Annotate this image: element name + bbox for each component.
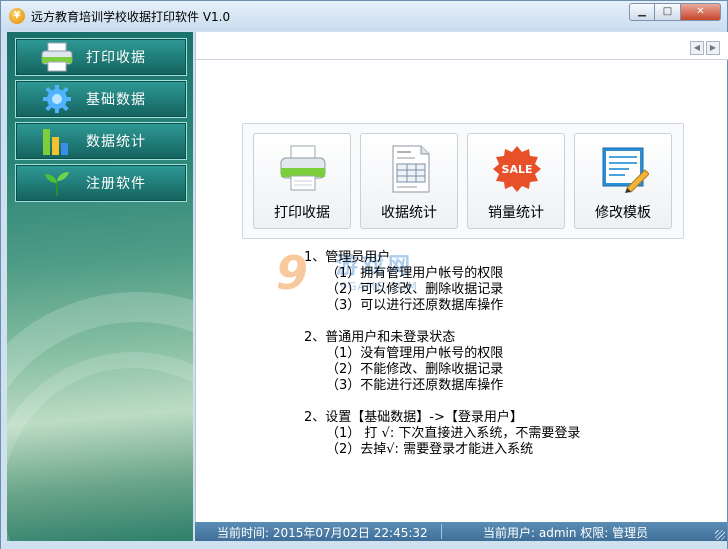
tab-scroll-arrows: ◀ ▶	[690, 41, 720, 55]
document-icon	[385, 144, 435, 194]
status-current-user: 当前用户: admin 权限: 管理员	[483, 526, 649, 540]
title-bar[interactable]: ¥ 远方教育培训学校收据打印软件 V1.0 ▁ □ ✕	[1, 1, 727, 31]
info-line: （2）可以修改、删除收据记录	[326, 282, 504, 297]
edit-template-button[interactable]: 修改模板	[574, 133, 672, 229]
status-divider	[441, 524, 442, 539]
tool-label: 收据统计	[381, 205, 437, 221]
status-current-time: 当前时间: 2015年07月02日 22:45:32	[217, 526, 428, 540]
info-line: （1）没有管理用户帐号的权限	[326, 346, 504, 361]
app-logo-icon: ¥	[9, 8, 25, 24]
quick-tools-panel: 打印收据 收据统计 SALE 销量统计 修改模板	[242, 123, 684, 239]
info-heading: 2、设置【基础数据】->【登录用户】	[304, 410, 523, 425]
close-button[interactable]: ✕	[681, 3, 721, 21]
window-controls: ▁ □ ✕	[629, 3, 721, 21]
tool-label: 打印收据	[274, 205, 330, 221]
sale-badge-icon: SALE	[492, 144, 542, 194]
main-panel: ◀ ▶ 打印收据 收据统计 SALE 销量统计 修改模板 9 游戏网 9GAME…	[195, 32, 728, 522]
window-bottom-border	[1, 541, 727, 549]
status-bar: 当前时间: 2015年07月02日 22:45:32 当前用户: admin 权…	[195, 522, 727, 541]
sidebar-item-label: 打印收据	[86, 50, 146, 66]
info-line: （2）去掉√: 需要登录才能进入系统	[326, 442, 534, 457]
minimize-button[interactable]: ▁	[629, 3, 655, 21]
maximize-button[interactable]: □	[655, 3, 681, 21]
sidebar-item-label: 数据统计	[86, 134, 146, 150]
info-heading: 1、管理员用户	[304, 250, 391, 265]
sidebar-item-label: 基础数据	[86, 92, 146, 108]
info-line: （3）可以进行还原数据库操作	[326, 298, 504, 313]
sidebar-item-basic-data[interactable]: 基础数据	[15, 80, 187, 118]
sidebar-item-label: 注册软件	[86, 176, 146, 192]
sprout-icon	[38, 166, 76, 200]
bar-chart-icon	[38, 124, 76, 158]
print-receipt-button[interactable]: 打印收据	[253, 133, 351, 229]
tool-label: 修改模板	[595, 205, 651, 221]
info-line: （1）拥有管理用户帐号的权限	[326, 266, 504, 281]
info-line: （2）不能修改、删除收据记录	[326, 362, 504, 377]
scroll-left-button[interactable]: ◀	[690, 41, 704, 55]
sidebar: 打印收据 基础数据 数据统计 注册软件	[7, 32, 193, 541]
printer-icon	[278, 144, 328, 194]
info-line: （3）不能进行还原数据库操作	[326, 378, 504, 393]
printer-icon	[38, 40, 76, 74]
receipt-statistics-button[interactable]: 收据统计	[360, 133, 458, 229]
sales-statistics-button[interactable]: SALE 销量统计	[467, 133, 565, 229]
sidebar-item-print-receipt[interactable]: 打印收据	[15, 38, 187, 76]
permission-info: 1、管理员用户 （1）拥有管理用户帐号的权限 （2）可以修改、删除收据记录 （3…	[304, 250, 580, 458]
sidebar-item-register[interactable]: 注册软件	[15, 164, 187, 202]
edit-template-icon	[599, 144, 650, 194]
main-header-bar: ◀ ▶	[196, 32, 728, 60]
sale-badge-text: SALE	[502, 163, 533, 176]
scroll-right-button[interactable]: ▶	[706, 41, 720, 55]
gear-icon	[38, 82, 76, 116]
resize-grip-icon[interactable]	[715, 530, 725, 540]
app-window: ¥ 远方教育培训学校收据打印软件 V1.0 ▁ □ ✕ 打印收据 基础数据 数据…	[0, 0, 728, 549]
sidebar-item-statistics[interactable]: 数据统计	[15, 122, 187, 160]
window-title: 远方教育培训学校收据打印软件 V1.0	[31, 10, 231, 24]
info-line: （1） 打 √: 下次直接进入系统，不需要登录	[326, 426, 581, 441]
tool-label: 销量统计	[488, 205, 544, 221]
info-heading: 2、普通用户和未登录状态	[304, 330, 456, 345]
